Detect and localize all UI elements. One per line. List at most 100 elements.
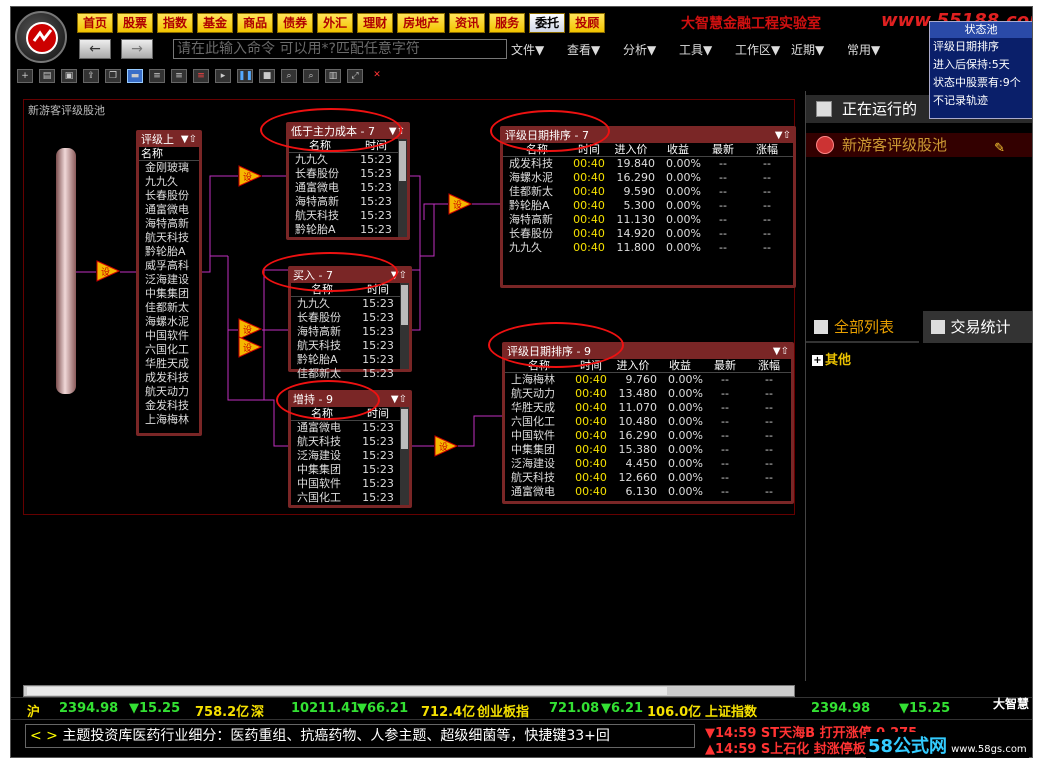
zoom-icon[interactable]: ⌕ xyxy=(281,69,297,83)
fullscreen-icon[interactable]: ⤢ xyxy=(347,69,363,83)
table-row[interactable]: 长春股份 00:40 14.920 0.00% -- -- xyxy=(503,227,793,241)
open-icon[interactable]: ▤ xyxy=(39,69,55,83)
scroll-arrows-icon[interactable]: < > xyxy=(30,728,58,744)
panel-controls-icon[interactable]: ▼⇧ xyxy=(775,129,791,142)
table-row[interactable]: 华胜天成 00:40 11.070 0.00% -- -- xyxy=(505,401,791,415)
dzh-logo[interactable]: 大智慧 xyxy=(959,693,1029,715)
table-row[interactable]: 九九久 15:23 xyxy=(291,297,409,311)
zoom-out-icon[interactable]: ⌕ xyxy=(303,69,319,83)
column-header[interactable]: 涨幅 xyxy=(745,143,789,156)
table-row[interactable]: 成发科技 00:40 19.840 0.00% -- -- xyxy=(503,157,793,171)
table-row[interactable]: 航天动力 xyxy=(139,385,199,399)
table-row[interactable]: 九九久 00:40 11.800 0.00% -- -- xyxy=(503,241,793,255)
table-row[interactable]: 航天科技 15:23 xyxy=(291,435,409,449)
menu-item[interactable]: 股票 xyxy=(117,13,154,33)
menu-item[interactable]: 理财 xyxy=(357,13,394,33)
column-header[interactable]: 收益 xyxy=(657,359,703,372)
table-row[interactable]: 威孚高科 xyxy=(139,259,199,273)
table-row[interactable]: 佳都新太 xyxy=(139,301,199,315)
menu-item[interactable]: 首页 xyxy=(77,13,114,33)
rating-panel[interactable]: 评级上 ▼⇧ 名称 金刚玻璃 九九久 长春股份 通富微电 海特高新 航天科技 黔轮胎A 威孚高科… xyxy=(136,130,202,436)
table-row[interactable]: 海特高新 15:23 xyxy=(291,325,409,339)
pool-row[interactable]: 新游客评级股池 ✎ xyxy=(806,133,1032,157)
table-row[interactable]: 航天科技 15:23 xyxy=(291,339,409,353)
panel-controls-icon[interactable]: ▼⇧ xyxy=(391,393,407,406)
menu-dropdown[interactable]: 工作区▼ xyxy=(735,41,791,58)
table-row[interactable]: 成发科技 xyxy=(139,371,199,385)
menu-dropdown[interactable]: 常用▼ xyxy=(847,41,903,58)
table-row[interactable]: 中集集团 00:40 15.380 0.00% -- -- xyxy=(505,443,791,457)
align-bottom-icon[interactable]: ≡ xyxy=(171,69,187,83)
column-header[interactable]: 最新 xyxy=(701,143,745,156)
tree-item-other[interactable]: + 其他 xyxy=(812,349,851,368)
menu-item[interactable]: 服务 xyxy=(489,13,526,33)
table-row[interactable]: 航天科技 00:40 12.660 0.00% -- -- xyxy=(505,471,791,485)
table-row[interactable]: 泛海建设 00:40 4.450 0.00% -- -- xyxy=(505,457,791,471)
table-row[interactable]: 上海梅林 00:40 9.760 0.00% -- -- xyxy=(505,373,791,387)
table-row[interactable]: 佳都新太 15:23 xyxy=(291,367,409,381)
pause-icon[interactable]: ❚❚ xyxy=(237,69,253,83)
column-header[interactable]: 收益 xyxy=(655,143,701,156)
column-header[interactable]: 进入价 xyxy=(607,143,655,156)
panel-controls-icon[interactable]: ▼⇧ xyxy=(181,133,197,146)
layout-icon[interactable]: ▬ xyxy=(127,69,143,83)
menu-item[interactable]: 委托 xyxy=(529,13,566,33)
menu-dropdown[interactable]: 文件▼ xyxy=(511,41,567,58)
scrollbar[interactable] xyxy=(400,283,409,369)
table-row[interactable]: 航天科技 xyxy=(139,231,199,245)
table-row[interactable]: 金刚玻璃 xyxy=(139,161,199,175)
table-row[interactable]: 黔轮胎A 15:23 xyxy=(289,223,407,237)
table-row[interactable]: 航天动力 00:40 13.480 0.00% -- -- xyxy=(505,387,791,401)
trigger-node[interactable]: 设 xyxy=(448,193,473,215)
app-logo[interactable] xyxy=(15,11,67,63)
table-row[interactable]: 泛海建设 15:23 xyxy=(291,449,409,463)
table-row[interactable]: 黔轮胎A 15:23 xyxy=(291,353,409,367)
table-row[interactable]: 九九久 xyxy=(139,175,199,189)
news-scroll[interactable]: < > 主题投资库医药行业细分：医药重组、抗癌药物、人参主题、超级细菌等，快捷键… xyxy=(25,724,695,748)
column-header[interactable]: 最新 xyxy=(703,359,747,372)
scrollbar[interactable] xyxy=(400,407,409,505)
trigger-node[interactable]: 设 xyxy=(434,435,459,457)
table-row[interactable]: 中国软件 00:40 16.290 0.00% -- -- xyxy=(505,429,791,443)
panel-controls-icon[interactable]: ▼⇧ xyxy=(773,345,789,358)
menu-dropdown[interactable]: 近期▼ xyxy=(791,41,847,58)
table-row[interactable]: 金发科技 xyxy=(139,399,199,413)
table-row[interactable]: 六国化工 00:40 10.480 0.00% -- -- xyxy=(505,415,791,429)
table-row[interactable]: 通富微电 15:23 xyxy=(291,421,409,435)
color-bars-icon[interactable]: ≡ xyxy=(193,69,209,83)
delete-icon[interactable]: ▥ xyxy=(325,69,341,83)
menu-dropdown[interactable]: 分析▼ xyxy=(623,41,679,58)
step-icon[interactable]: ▸ xyxy=(215,69,231,83)
table-row[interactable]: 泛海建设 xyxy=(139,273,199,287)
menu-dropdown[interactable]: 工具▼ xyxy=(679,41,735,58)
scrollbar[interactable] xyxy=(398,139,407,237)
trigger-node[interactable]: 设 xyxy=(238,336,263,358)
menu-item[interactable]: 房地产 xyxy=(397,13,446,33)
table-row[interactable]: 华胜天成 xyxy=(139,357,199,371)
table-row[interactable]: 六国化工 15:23 xyxy=(291,491,409,505)
menu-item[interactable]: 债券 xyxy=(277,13,314,33)
edit-icon[interactable]: ✎ xyxy=(994,137,1005,161)
stop-icon[interactable]: ■ xyxy=(259,69,275,83)
menu-dropdown[interactable]: 查看▼ xyxy=(567,41,623,58)
table-row[interactable]: 海特高新 xyxy=(139,217,199,231)
trigger-node[interactable]: 设 xyxy=(238,165,263,187)
stock-source-pile[interactable] xyxy=(56,148,76,394)
menu-item[interactable]: 资讯 xyxy=(449,13,486,33)
tab-trade-stats[interactable]: 交易统计 xyxy=(922,311,1032,343)
play-icon[interactable] xyxy=(816,136,834,154)
close-icon[interactable]: ✕ xyxy=(369,69,385,83)
menu-item[interactable]: 投顾 xyxy=(569,13,606,33)
table-row[interactable]: 六国化工 xyxy=(139,343,199,357)
table-row[interactable]: 中集集团 xyxy=(139,287,199,301)
table-row[interactable]: 九九久 15:23 xyxy=(289,153,407,167)
export-icon[interactable]: ⇪ xyxy=(83,69,99,83)
table-row[interactable]: 通富微电 15:23 xyxy=(289,181,407,195)
table-row[interactable]: 海特高新 15:23 xyxy=(289,195,407,209)
trigger-node[interactable]: 设 xyxy=(96,260,121,282)
menu-item[interactable]: 商品 xyxy=(237,13,274,33)
table-row[interactable]: 长春股份 15:23 xyxy=(291,311,409,325)
expand-icon[interactable]: + xyxy=(812,355,823,366)
table-row[interactable]: 佳都新太 00:40 9.590 0.00% -- -- xyxy=(503,185,793,199)
menu-item[interactable]: 指数 xyxy=(157,13,194,33)
